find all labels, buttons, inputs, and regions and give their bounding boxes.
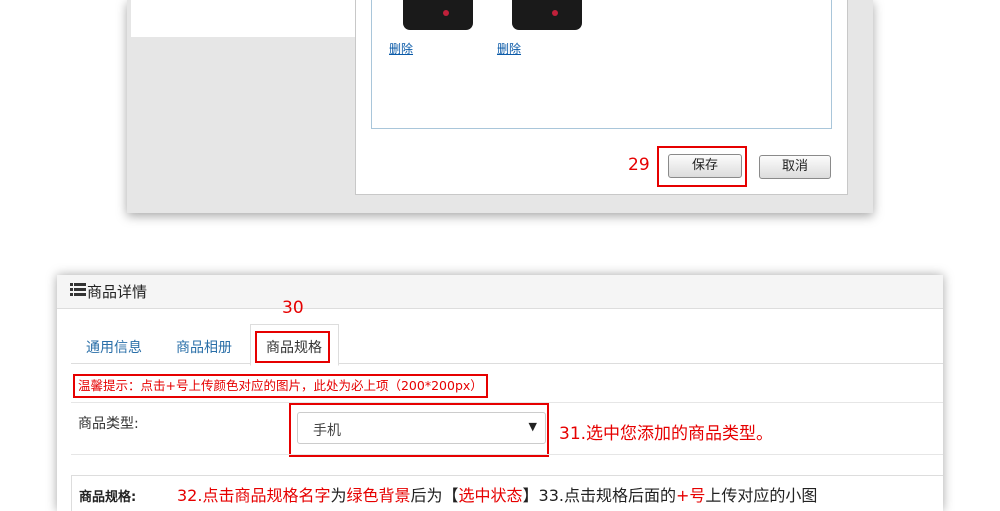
color-image-dialog: 删除 删除 29 保存 取消 [355,0,848,195]
tab-product-spec-label: 商品规格 [266,340,322,356]
list-icon [70,283,86,296]
row-divider [71,454,943,455]
tab-product-spec[interactable]: 商品规格 [250,324,339,366]
annotation-part: 绿色背景 [346,486,411,505]
cancel-button[interactable]: 取消 [759,155,831,179]
annotation-part: +号 [675,486,706,505]
save-button[interactable]: 保存 [668,154,742,178]
panel-header: 商品详情 [57,275,943,309]
annotation-part: 商品规格名字 [234,486,331,505]
product-type-label: 商品类型: [78,416,139,432]
annotation-31: 31.选中您添加的商品类型。 [559,424,774,444]
annotation-32-33: 32.点击商品规格名字为绿色背景后为【选中状态】33.点击规格后面的+号上传对应… [177,482,817,506]
tab-general-info[interactable]: 通用信息 [86,337,142,357]
product-type-value: 手机 [313,423,341,439]
annotation-part: 32.点击 [177,486,235,505]
phone-thumbnail [403,0,473,30]
tabs-divider [71,363,943,364]
annotation-29: 29 [628,155,650,175]
delete-image-link[interactable]: 删除 [389,40,413,57]
page-title: 商品详情 [87,283,148,301]
select-highlight-box: 手机 ▼ [289,403,549,457]
annotation-30: 30 [282,298,304,318]
annotation-part: 后为【 [410,486,459,505]
image-list-box: 删除 删除 [371,0,832,129]
product-detail-panel: 商品详情 通用信息 商品相册 30 商品规格 温馨提示：点击+号上传颜色对应的图… [57,275,943,511]
annotation-part: 】33.点击规格后面的 [522,486,676,505]
top-screenshot-panel: 删除 删除 29 保存 取消 [127,0,873,213]
delete-image-link[interactable]: 删除 [497,40,521,57]
product-spec-label: 商品规格: [79,490,137,505]
phone-thumbnail [512,0,582,30]
product-type-select[interactable]: 手机 ▼ [297,412,546,444]
annotation-part: 选中状态 [458,486,523,505]
caret-down-icon: ▼ [528,420,537,433]
annotation-part: 上传对应的小图 [705,486,818,505]
notice-text: 温馨提示：点击+号上传颜色对应的图片，此处为必上项（200*200px） [73,374,488,398]
left-card [131,0,357,37]
tab-product-album[interactable]: 商品相册 [176,337,232,357]
annotation-part: 为 [330,486,347,505]
